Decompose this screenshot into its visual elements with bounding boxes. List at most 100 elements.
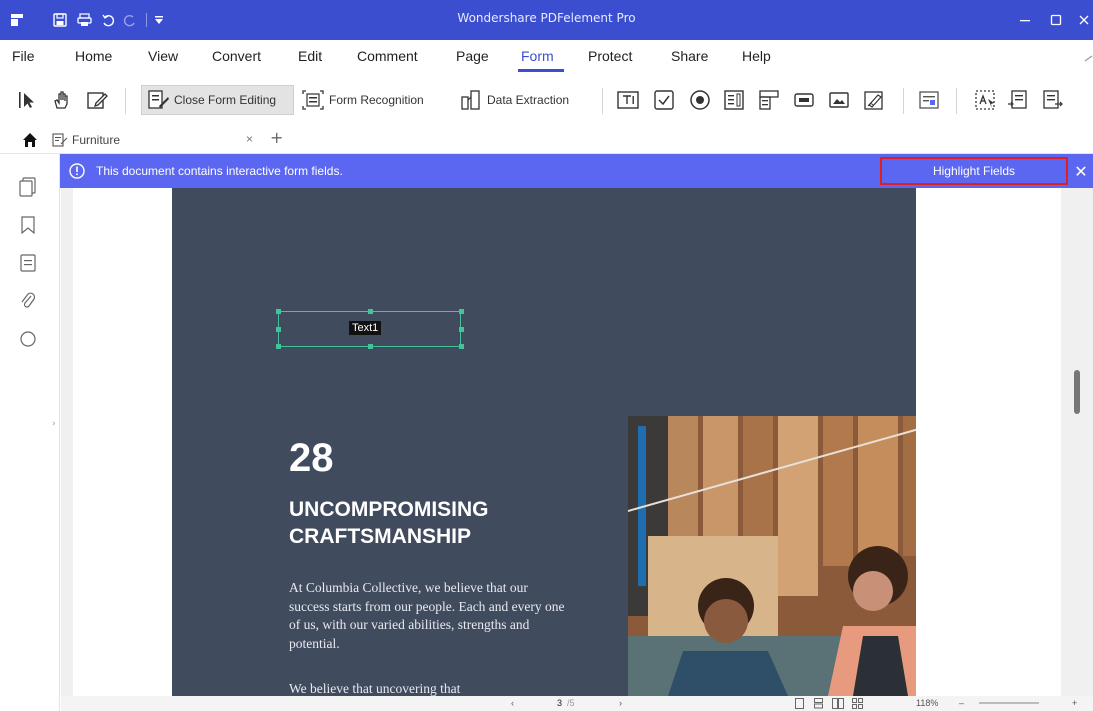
continuous-view-icon[interactable] [813,698,824,711]
app-window: Wondershare PDFelement Pro File Home Vie… [0,0,1093,711]
menu-edit[interactable]: Edit [298,48,322,64]
zoom-slider[interactable] [979,702,1039,704]
toolbar-separator [956,88,957,114]
form-recognition-button[interactable]: Form Recognition [297,85,447,115]
list-box-icon[interactable] [722,88,746,112]
section-number: 28 [289,436,334,480]
form-recognition-icon [302,90,324,110]
align-fields-icon[interactable] [974,88,998,112]
zoom-out-icon[interactable]: – [959,698,964,708]
button-field-icon[interactable] [792,88,816,112]
menu-page[interactable]: Page [456,48,489,64]
highlight-fields-button[interactable]: Highlight Fields [880,157,1068,185]
radio-button-icon[interactable] [688,88,712,112]
menu-comment[interactable]: Comment [357,48,418,64]
data-extraction-icon [461,90,480,110]
close-form-editing-button[interactable]: Close Form Editing [141,85,294,115]
single-page-view-icon[interactable] [794,698,805,711]
document-tab-bar: Furniture × + [0,126,1093,154]
menu-file[interactable]: File [12,48,35,64]
export-data-icon[interactable] [1040,88,1064,112]
heading-line: CRAFTSMANSHIP [289,525,471,548]
menu-convert[interactable]: Convert [212,48,261,64]
edit-object-icon[interactable] [85,88,109,112]
resize-handle[interactable] [276,309,281,314]
new-tab-icon[interactable]: + [270,128,283,147]
current-page[interactable]: 3 [557,698,562,708]
vertical-scrollbar-thumb[interactable] [1074,370,1080,414]
tab-close-icon[interactable]: × [246,132,253,146]
heading-line: UNCOMPROMISING [289,498,489,521]
total-pages: /5 [567,698,575,708]
data-extraction-label: Data Extraction [487,93,570,107]
text-form-field[interactable]: Text1 [276,309,464,349]
form-edit-icon [148,90,169,109]
body-paragraph: We believe that uncovering that [289,681,461,696]
image-field-icon[interactable] [827,88,851,112]
comments-panel-icon[interactable] [17,252,39,274]
next-page-icon[interactable]: › [619,698,622,708]
bookmark-icon[interactable] [17,214,39,236]
search-panel-icon[interactable] [17,328,39,350]
import-data-icon[interactable] [1006,88,1030,112]
close-notification-icon[interactable]: ✕ [1071,159,1091,183]
form-toolbar: Close Form Editing Form Recognition Data… [0,74,1093,126]
checkbox-icon[interactable] [652,88,676,112]
attachment-icon[interactable] [17,290,39,312]
toolbar-separator [125,88,126,114]
home-icon[interactable] [20,130,40,150]
title-bar: Wondershare PDFelement Pro [0,0,1093,40]
menu-help[interactable]: Help [742,48,771,64]
toolbar-separator [602,88,603,114]
info-icon [68,162,86,180]
form-notification-bar: This document contains interactive form … [60,154,1093,188]
hand-tool-icon[interactable] [50,88,74,112]
thumbnails-icon[interactable] [17,176,39,198]
collapse-ribbon-icon[interactable] [1084,54,1093,63]
left-sidebar: › [0,154,60,711]
zoom-level[interactable]: 118% [916,698,938,708]
close-window-button[interactable] [1075,8,1093,32]
form-properties-icon[interactable] [917,88,941,112]
menu-protect[interactable]: Protect [588,48,632,64]
tab-label: Furniture [72,133,121,147]
resize-handle[interactable] [368,309,373,314]
active-menu-indicator [518,69,564,72]
select-cursor-icon[interactable] [16,88,40,112]
toolbar-separator [903,88,904,114]
menu-share[interactable]: Share [671,48,708,64]
tab-furniture[interactable]: Furniture × [52,128,262,152]
page-right-margin [916,188,1061,696]
menu-view[interactable]: View [148,48,178,64]
combo-box-icon[interactable] [757,88,781,112]
notification-message: This document contains interactive form … [96,164,343,178]
resize-handle[interactable] [368,344,373,349]
expand-sidebar-icon[interactable]: › [52,419,56,429]
page-left-margin [73,188,173,696]
body-paragraph: At Columbia Collective, we believe that … [289,580,565,651]
zoom-in-icon[interactable]: + [1072,698,1077,708]
section-heading: UNCOMPROMISING CRAFTSMANSHIP [289,496,489,550]
prev-page-icon[interactable]: ‹ [511,698,514,708]
grid-view-icon[interactable] [852,698,863,711]
maximize-button[interactable] [1044,8,1068,32]
signature-field-icon[interactable] [862,88,886,112]
resize-handle[interactable] [459,309,464,314]
resize-handle[interactable] [459,344,464,349]
resize-handle[interactable] [276,344,281,349]
menu-home[interactable]: Home [75,48,112,64]
menu-form[interactable]: Form [521,48,554,64]
data-extraction-button[interactable]: Data Extraction [455,85,590,115]
resize-handle[interactable] [276,327,281,332]
two-page-view-icon[interactable] [832,698,844,711]
field-name-label: Text1 [349,321,382,335]
close-form-editing-label: Close Form Editing [174,93,277,107]
form-document-icon [52,133,68,147]
status-bar: ‹ 3 /5 › 118% – + [61,696,1093,711]
pdf-page: Text1 28 UNCOMPROMISING CRAFTSMANSHIP At… [172,188,916,696]
minimize-button[interactable] [1013,8,1037,32]
resize-handle[interactable] [459,327,464,332]
workshop-photo [628,416,916,696]
form-recognition-label: Form Recognition [329,93,424,107]
text-field-icon[interactable] [616,88,640,112]
